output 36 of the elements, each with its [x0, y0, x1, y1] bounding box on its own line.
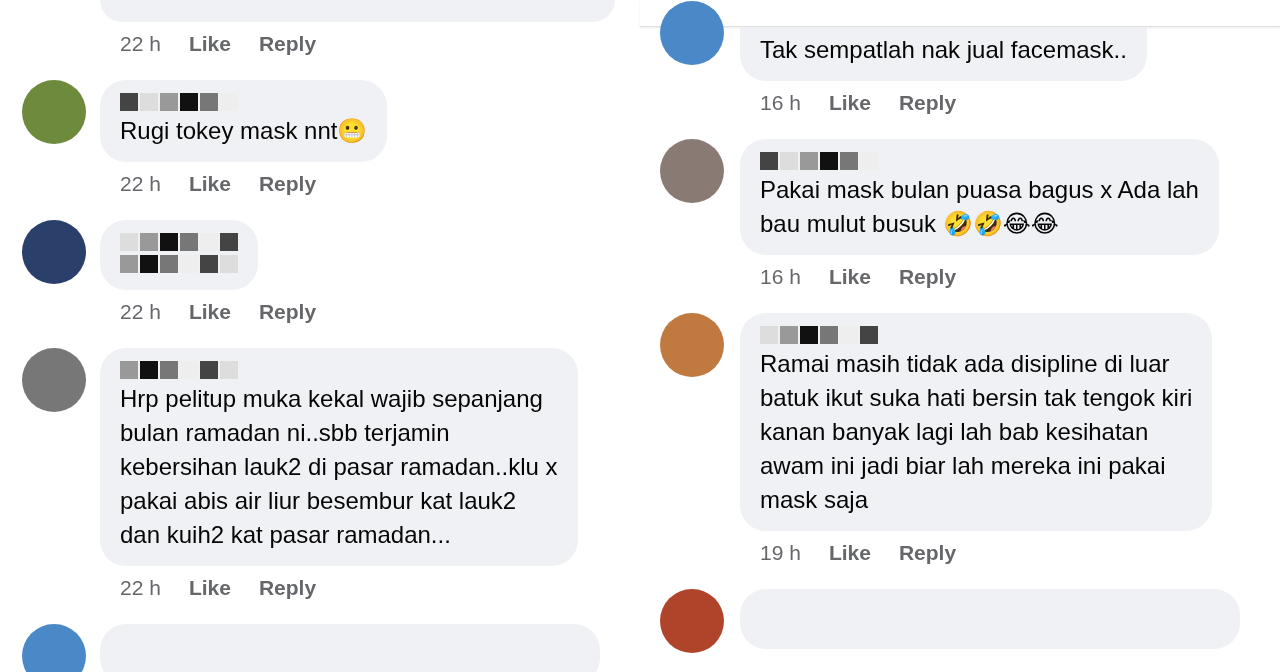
- comment-action-link[interactable]: Like: [828, 541, 871, 565]
- comment-time: 19 h: [760, 541, 801, 565]
- comment-text: kebersihan lauk2 di pasar ramadan..klu x: [120, 453, 558, 480]
- avatar-placeholder: [22, 624, 86, 672]
- comment-action-link[interactable]: Reply: [258, 300, 317, 324]
- comment-time: 16 h: [760, 91, 801, 115]
- comment-text: bulan ramadan ni..sbb terjamin: [120, 419, 450, 446]
- comment-action-link[interactable]: Like: [188, 172, 231, 196]
- comment-text: Pakai mask bulan puasa bagus x Ada lah: [760, 176, 1199, 203]
- comment-time: 16 h: [760, 265, 801, 289]
- comment-text: Rugi tokey mask nnt😬: [120, 117, 368, 144]
- comment-action-link[interactable]: Like: [828, 265, 871, 289]
- comment-action-link[interactable]: Like: [188, 32, 231, 56]
- comment-text: awam ini jadi biar lah mereka ini pakai: [760, 452, 1166, 479]
- comment-action-link[interactable]: Reply: [258, 32, 317, 56]
- comment-action-link[interactable]: Reply: [258, 172, 317, 196]
- comment-action-link[interactable]: Like: [188, 576, 231, 600]
- comment-text: batuk ikut suka hati bersin tak tengok kiri: [760, 384, 1193, 411]
- comment-action-link[interactable]: Like: [828, 91, 871, 115]
- comment-action-link[interactable]: Reply: [898, 265, 957, 289]
- comment-time: 22 h: [120, 576, 161, 600]
- comment-action-link[interactable]: Like: [188, 300, 231, 324]
- comment-action-link[interactable]: Reply: [258, 576, 317, 600]
- comment-action-link[interactable]: Reply: [898, 91, 957, 115]
- comment-text: kanan banyak lagi lah bab kesihatan: [760, 418, 1149, 445]
- comment-text: pakai abis air liur besembur kat lauk2: [120, 487, 517, 514]
- comment-time: 22 h: [120, 300, 161, 324]
- comment-action-link[interactable]: Reply: [898, 541, 957, 565]
- comment-text: dan kuih2 kat pasar ramadan...: [120, 521, 451, 548]
- comment-text: Ramai masih tidak ada disipline di luar: [760, 350, 1170, 377]
- comment-text: Hrp pelitup muka kekal wajib sepanjang: [120, 385, 543, 412]
- comment-text: mask saja: [760, 486, 869, 513]
- comment-time: 22 h: [120, 32, 161, 56]
- comment-text: Tak sempatlah nak jual facemask..: [760, 36, 1127, 63]
- comment-time: 22 h: [120, 172, 161, 196]
- comment-text: bau mulut busuk 🤣🤣😂😂: [760, 210, 1059, 237]
